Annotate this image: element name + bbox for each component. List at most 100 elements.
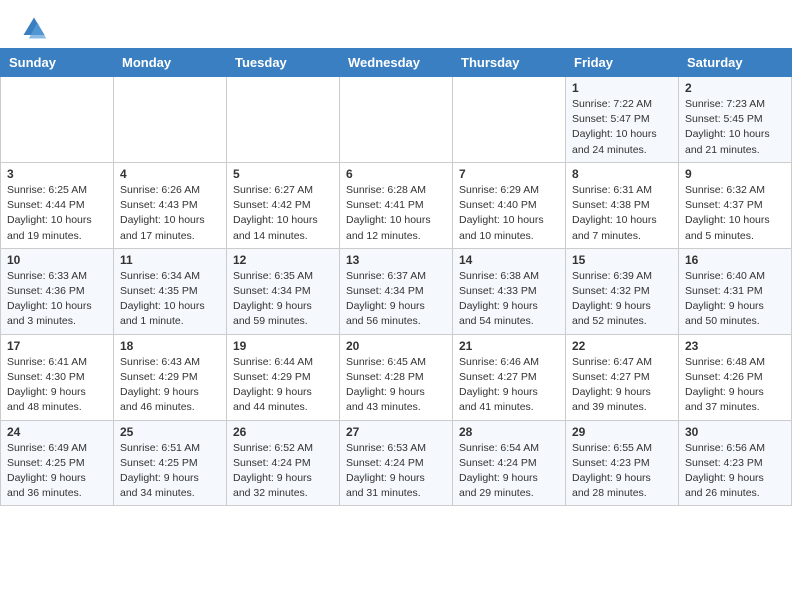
calendar-cell: 4 Sunrise: 6:26 AM Sunset: 4:43 PM Daylig… bbox=[114, 162, 227, 248]
calendar-cell: 15 Sunrise: 6:39 AM Sunset: 4:32 PM Dayli… bbox=[566, 248, 679, 334]
day-info: Sunrise: 6:33 AM Sunset: 4:36 PM Dayligh… bbox=[7, 269, 107, 330]
day-number: 21 bbox=[459, 339, 559, 353]
day-info: Sunrise: 6:52 AM Sunset: 4:24 PM Dayligh… bbox=[233, 441, 333, 502]
calendar-cell: 8Sunrise: 6:31 AM Sunset: 4:38 PM Daylig… bbox=[566, 162, 679, 248]
calendar-header-row: SundayMondayTuesdayWednesdayThursdayFrid… bbox=[1, 49, 792, 77]
day-number: 18 bbox=[120, 339, 220, 353]
day-info: Sunrise: 6:51 AM Sunset: 4:25 PM Dayligh… bbox=[120, 441, 220, 502]
calendar-week-row: 24 Sunrise: 6:49 AM Sunset: 4:25 PM Dayli… bbox=[1, 420, 792, 506]
day-number: 4 bbox=[120, 167, 220, 181]
day-number: 27 bbox=[346, 425, 446, 439]
calendar-cell: 28 Sunrise: 6:54 AM Sunset: 4:24 PM Dayli… bbox=[453, 420, 566, 506]
calendar-header-monday: Monday bbox=[114, 49, 227, 77]
calendar-header-wednesday: Wednesday bbox=[340, 49, 453, 77]
day-number: 29 bbox=[572, 425, 672, 439]
day-info: Sunrise: 6:28 AM Sunset: 4:41 PM Dayligh… bbox=[346, 183, 446, 244]
calendar-cell bbox=[114, 77, 227, 163]
calendar-cell: 24 Sunrise: 6:49 AM Sunset: 4:25 PM Dayli… bbox=[1, 420, 114, 506]
day-info: Sunrise: 6:55 AM Sunset: 4:23 PM Dayligh… bbox=[572, 441, 672, 502]
day-number: 10 bbox=[7, 253, 107, 267]
day-info: Sunrise: 6:56 AM Sunset: 4:23 PM Dayligh… bbox=[685, 441, 785, 502]
day-info: Sunrise: 6:37 AM Sunset: 4:34 PM Dayligh… bbox=[346, 269, 446, 330]
day-info: Sunrise: 6:35 AM Sunset: 4:34 PM Dayligh… bbox=[233, 269, 333, 330]
day-number: 28 bbox=[459, 425, 559, 439]
calendar-cell: 14 Sunrise: 6:38 AM Sunset: 4:33 PM Dayli… bbox=[453, 248, 566, 334]
day-info: Sunrise: 6:49 AM Sunset: 4:25 PM Dayligh… bbox=[7, 441, 107, 502]
day-info: Sunrise: 6:45 AM Sunset: 4:28 PM Dayligh… bbox=[346, 355, 446, 416]
calendar-cell: 27 Sunrise: 6:53 AM Sunset: 4:24 PM Dayli… bbox=[340, 420, 453, 506]
day-number: 17 bbox=[7, 339, 107, 353]
calendar-header-tuesday: Tuesday bbox=[227, 49, 340, 77]
calendar-cell: 25 Sunrise: 6:51 AM Sunset: 4:25 PM Dayli… bbox=[114, 420, 227, 506]
calendar-cell: 23 Sunrise: 6:48 AM Sunset: 4:26 PM Dayli… bbox=[679, 334, 792, 420]
day-number: 13 bbox=[346, 253, 446, 267]
day-number: 20 bbox=[346, 339, 446, 353]
calendar-cell: 19 Sunrise: 6:44 AM Sunset: 4:29 PM Dayli… bbox=[227, 334, 340, 420]
calendar-cell: 26 Sunrise: 6:52 AM Sunset: 4:24 PM Dayli… bbox=[227, 420, 340, 506]
day-number: 3 bbox=[7, 167, 107, 181]
calendar-cell: 5Sunrise: 6:27 AM Sunset: 4:42 PM Daylig… bbox=[227, 162, 340, 248]
day-info: Sunrise: 6:31 AM Sunset: 4:38 PM Dayligh… bbox=[572, 183, 672, 244]
day-info: Sunrise: 6:48 AM Sunset: 4:26 PM Dayligh… bbox=[685, 355, 785, 416]
calendar-cell: 7 Sunrise: 6:29 AM Sunset: 4:40 PM Daylig… bbox=[453, 162, 566, 248]
calendar-cell: 16Sunrise: 6:40 AM Sunset: 4:31 PM Dayli… bbox=[679, 248, 792, 334]
calendar-cell: 11 Sunrise: 6:34 AM Sunset: 4:35 PM Dayli… bbox=[114, 248, 227, 334]
calendar-cell bbox=[1, 77, 114, 163]
day-info: Sunrise: 6:38 AM Sunset: 4:33 PM Dayligh… bbox=[459, 269, 559, 330]
day-info: Sunrise: 7:22 AM Sunset: 5:47 PM Dayligh… bbox=[572, 97, 672, 158]
calendar-cell: 18 Sunrise: 6:43 AM Sunset: 4:29 PM Dayli… bbox=[114, 334, 227, 420]
calendar-cell: 13 Sunrise: 6:37 AM Sunset: 4:34 PM Dayli… bbox=[340, 248, 453, 334]
day-number: 12 bbox=[233, 253, 333, 267]
page-header bbox=[0, 0, 792, 48]
day-info: Sunrise: 7:23 AM Sunset: 5:45 PM Dayligh… bbox=[685, 97, 785, 158]
day-number: 26 bbox=[233, 425, 333, 439]
day-info: Sunrise: 6:41 AM Sunset: 4:30 PM Dayligh… bbox=[7, 355, 107, 416]
logo bbox=[20, 14, 52, 42]
calendar-cell: 3 Sunrise: 6:25 AM Sunset: 4:44 PM Daylig… bbox=[1, 162, 114, 248]
calendar-cell: 1 Sunrise: 7:22 AM Sunset: 5:47 PM Daylig… bbox=[566, 77, 679, 163]
day-info: Sunrise: 6:26 AM Sunset: 4:43 PM Dayligh… bbox=[120, 183, 220, 244]
day-number: 22 bbox=[572, 339, 672, 353]
day-number: 7 bbox=[459, 167, 559, 181]
day-info: Sunrise: 6:43 AM Sunset: 4:29 PM Dayligh… bbox=[120, 355, 220, 416]
calendar-cell: 6Sunrise: 6:28 AM Sunset: 4:41 PM Daylig… bbox=[340, 162, 453, 248]
day-number: 11 bbox=[120, 253, 220, 267]
day-info: Sunrise: 6:53 AM Sunset: 4:24 PM Dayligh… bbox=[346, 441, 446, 502]
calendar-cell: 21 Sunrise: 6:46 AM Sunset: 4:27 PM Dayli… bbox=[453, 334, 566, 420]
calendar-week-row: 10 Sunrise: 6:33 AM Sunset: 4:36 PM Dayli… bbox=[1, 248, 792, 334]
day-info: Sunrise: 6:40 AM Sunset: 4:31 PM Dayligh… bbox=[685, 269, 785, 330]
calendar-table: SundayMondayTuesdayWednesdayThursdayFrid… bbox=[0, 48, 792, 506]
calendar-cell: 22 Sunrise: 6:47 AM Sunset: 4:27 PM Dayli… bbox=[566, 334, 679, 420]
day-info: Sunrise: 6:46 AM Sunset: 4:27 PM Dayligh… bbox=[459, 355, 559, 416]
day-number: 14 bbox=[459, 253, 559, 267]
calendar-cell: 10 Sunrise: 6:33 AM Sunset: 4:36 PM Dayli… bbox=[1, 248, 114, 334]
calendar-cell: 12 Sunrise: 6:35 AM Sunset: 4:34 PM Dayli… bbox=[227, 248, 340, 334]
day-info: Sunrise: 6:44 AM Sunset: 4:29 PM Dayligh… bbox=[233, 355, 333, 416]
calendar-week-row: 17 Sunrise: 6:41 AM Sunset: 4:30 PM Dayli… bbox=[1, 334, 792, 420]
day-number: 2 bbox=[685, 81, 785, 95]
day-info: Sunrise: 6:25 AM Sunset: 4:44 PM Dayligh… bbox=[7, 183, 107, 244]
day-info: Sunrise: 6:39 AM Sunset: 4:32 PM Dayligh… bbox=[572, 269, 672, 330]
calendar-header-thursday: Thursday bbox=[453, 49, 566, 77]
day-number: 25 bbox=[120, 425, 220, 439]
calendar-cell: 2 Sunrise: 7:23 AM Sunset: 5:45 PM Daylig… bbox=[679, 77, 792, 163]
day-number: 1 bbox=[572, 81, 672, 95]
day-info: Sunrise: 6:47 AM Sunset: 4:27 PM Dayligh… bbox=[572, 355, 672, 416]
calendar-header-friday: Friday bbox=[566, 49, 679, 77]
calendar-cell: 9Sunrise: 6:32 AM Sunset: 4:37 PM Daylig… bbox=[679, 162, 792, 248]
calendar-cell: 30Sunrise: 6:56 AM Sunset: 4:23 PM Dayli… bbox=[679, 420, 792, 506]
day-info: Sunrise: 6:29 AM Sunset: 4:40 PM Dayligh… bbox=[459, 183, 559, 244]
calendar-cell bbox=[340, 77, 453, 163]
day-number: 23 bbox=[685, 339, 785, 353]
day-number: 15 bbox=[572, 253, 672, 267]
calendar-cell bbox=[453, 77, 566, 163]
day-info: Sunrise: 6:32 AM Sunset: 4:37 PM Dayligh… bbox=[685, 183, 785, 244]
calendar-cell: 20 Sunrise: 6:45 AM Sunset: 4:28 PM Dayli… bbox=[340, 334, 453, 420]
day-info: Sunrise: 6:54 AM Sunset: 4:24 PM Dayligh… bbox=[459, 441, 559, 502]
calendar-cell bbox=[227, 77, 340, 163]
day-number: 24 bbox=[7, 425, 107, 439]
day-number: 19 bbox=[233, 339, 333, 353]
calendar-header-sunday: Sunday bbox=[1, 49, 114, 77]
day-info: Sunrise: 6:34 AM Sunset: 4:35 PM Dayligh… bbox=[120, 269, 220, 330]
calendar-cell: 17 Sunrise: 6:41 AM Sunset: 4:30 PM Dayli… bbox=[1, 334, 114, 420]
